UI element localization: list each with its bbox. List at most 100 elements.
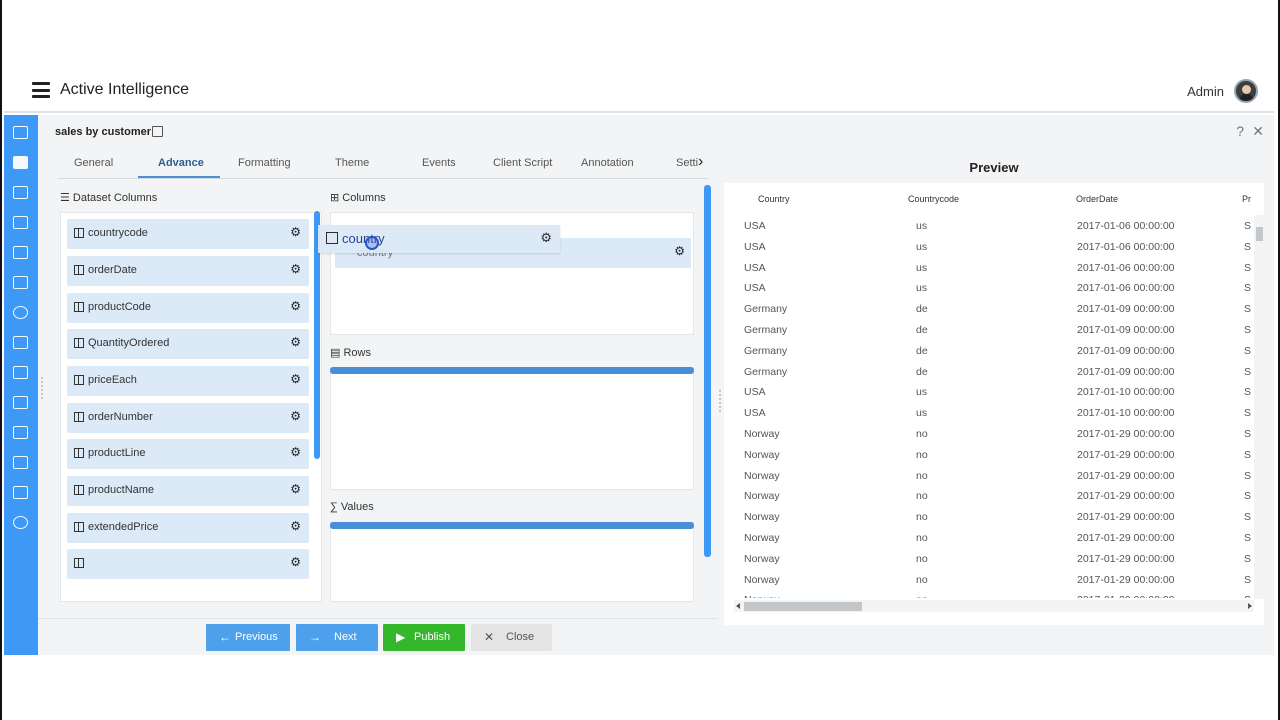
list-item[interactable]: productName ⚙ (67, 476, 309, 506)
values-heading: ∑ Values (330, 501, 374, 513)
excel-icon[interactable] (13, 396, 28, 409)
list-item[interactable]: ⚙ (67, 549, 309, 579)
gear-icon[interactable]: ⚙ (290, 335, 301, 349)
table-row[interactable]: USA us 2017-01-06 00:00:00 S (724, 258, 1251, 279)
footer-bar (38, 618, 718, 655)
table-cell: 2017-01-29 00:00:00 (1077, 573, 1175, 586)
table-row[interactable]: Germany de 2017-01-09 00:00:00 S (724, 299, 1251, 320)
gear-icon[interactable]: ⚙ (540, 230, 552, 246)
publish-button[interactable]: ▶ Publish (383, 624, 465, 651)
gear-icon[interactable]: ⚙ (290, 262, 301, 276)
list-item[interactable]: orderDate ⚙ (67, 256, 309, 286)
list-item[interactable]: productLine ⚙ (67, 439, 309, 469)
column-header[interactable]: Country (758, 194, 790, 204)
dragged-column[interactable]: country ⚙ (318, 225, 560, 253)
hierarchy-icon[interactable] (13, 456, 28, 469)
resize-handle-left[interactable] (41, 377, 43, 399)
tab-theme[interactable]: Theme (335, 157, 369, 169)
gear-icon[interactable]: ⚙ (290, 519, 301, 533)
table-row[interactable]: Norway no 2017-01-29 00:00:00 S (724, 549, 1251, 570)
table-row[interactable]: USA us 2017-01-10 00:00:00 S (724, 403, 1251, 424)
gear-icon[interactable]: ⚙ (290, 482, 301, 496)
app-title: Active Intelligence (60, 81, 189, 98)
list-item[interactable]: productCode ⚙ (67, 293, 309, 323)
table-row[interactable]: Germany de 2017-01-09 00:00:00 S (724, 320, 1251, 341)
settings-icon[interactable] (13, 516, 28, 529)
resize-handle-middle[interactable] (719, 390, 721, 412)
table-row[interactable]: USA us 2017-01-06 00:00:00 S (724, 216, 1251, 237)
document-icon[interactable] (13, 246, 28, 259)
tab-annotation[interactable]: Annotation (581, 157, 634, 169)
report-icon[interactable] (13, 156, 28, 169)
left-rail (4, 115, 38, 655)
gear-icon[interactable]: ⚙ (290, 225, 301, 239)
table-cell: 2017-01-29 00:00:00 (1077, 532, 1175, 544)
list-item[interactable]: priceEach ⚙ (67, 366, 309, 396)
list-item[interactable]: countrycode ⚙ (67, 219, 309, 249)
list-item[interactable]: QuantityOrdered ⚙ (67, 329, 309, 359)
chevron-right-icon[interactable]: › (698, 153, 703, 171)
login-icon[interactable] (13, 126, 28, 139)
tab-general[interactable]: General (74, 157, 113, 169)
gear-icon[interactable]: ⚙ (290, 555, 301, 569)
table-row[interactable]: Norway no 2017-01-29 00:00:00 S (724, 590, 1251, 598)
word-icon[interactable] (13, 426, 28, 439)
table-row[interactable]: USA us 2017-01-06 00:00:00 S (724, 278, 1251, 299)
cubes-icon[interactable] (13, 216, 28, 229)
table-row[interactable]: Norway no 2017-01-29 00:00:00 S (724, 570, 1251, 591)
list-item[interactable]: extendedPrice ⚙ (67, 513, 309, 543)
scroll-left-icon[interactable] (736, 603, 740, 609)
tab-events[interactable]: Events (422, 157, 456, 169)
card-icon[interactable] (13, 276, 28, 289)
table-row[interactable]: Norway no 2017-01-29 00:00:00 S (724, 424, 1251, 445)
menu-icon[interactable] (32, 82, 50, 98)
column-header[interactable]: OrderDate (1076, 194, 1118, 204)
gear-icon[interactable]: ⚙ (290, 409, 301, 423)
gear-icon[interactable]: ⚙ (290, 445, 301, 459)
scroll-right-icon[interactable] (1248, 603, 1252, 609)
edit-icon[interactable] (152, 126, 163, 137)
avatar[interactable] (1234, 79, 1258, 103)
close-icon[interactable]: ✕ (1252, 123, 1264, 140)
column-icon (74, 338, 84, 348)
column-header[interactable]: Countrycode (908, 194, 959, 204)
layout-icon[interactable] (13, 366, 28, 379)
tab-client-script[interactable]: Client Script (493, 157, 552, 169)
table-row[interactable]: Norway no 2017-01-29 00:00:00 S (724, 528, 1251, 549)
scroll-thumb[interactable] (1256, 227, 1263, 241)
column-icon (74, 558, 84, 568)
table-row[interactable]: Germany de 2017-01-09 00:00:00 S (724, 362, 1251, 383)
previous-button[interactable]: ← Previous (206, 624, 290, 651)
close-button[interactable]: ✕ Close (471, 624, 552, 651)
next-button[interactable]: → Next (296, 624, 378, 651)
gear-icon[interactable]: ⚙ (290, 372, 301, 386)
table-row[interactable]: USA us 2017-01-06 00:00:00 S (724, 237, 1251, 258)
table-row[interactable]: Norway no 2017-01-29 00:00:00 S (724, 507, 1251, 528)
line-chart-icon[interactable] (13, 486, 28, 499)
table-cell: 2017-01-29 00:00:00 (1077, 428, 1175, 440)
gear-icon[interactable]: ⚙ (674, 244, 685, 258)
tab-advance[interactable]: Advance (158, 157, 204, 169)
preview-vertical-scrollbar[interactable] (1254, 215, 1264, 599)
scroll-thumb[interactable] (744, 602, 862, 611)
help-icon[interactable]: ? (1236, 123, 1244, 139)
table-row[interactable]: Germany de 2017-01-09 00:00:00 S (724, 341, 1251, 362)
rows-drop-zone[interactable] (330, 367, 694, 490)
table-row[interactable]: USA us 2017-01-10 00:00:00 S (724, 382, 1251, 403)
zones-scrollbar[interactable] (704, 185, 711, 557)
user-name[interactable]: Admin (1187, 84, 1224, 99)
tab-settings[interactable]: Setti (676, 157, 698, 169)
list-item[interactable]: orderNumber ⚙ (67, 403, 309, 433)
image-icon[interactable] (13, 336, 28, 349)
preview-horizontal-scrollbar[interactable] (734, 600, 1254, 612)
table-cell: 2017-01-06 00:00:00 (1077, 261, 1175, 274)
tab-formatting[interactable]: Formatting (238, 157, 291, 169)
table-row[interactable]: Norway no 2017-01-29 00:00:00 S (724, 466, 1251, 487)
table-row[interactable]: Norway no 2017-01-29 00:00:00 S (724, 445, 1251, 466)
column-header[interactable]: Pr (1242, 194, 1251, 204)
values-drop-zone[interactable] (330, 522, 694, 602)
chart-icon[interactable] (13, 186, 28, 199)
table-row[interactable]: Norway no 2017-01-29 00:00:00 S (724, 486, 1251, 507)
gear-icon[interactable]: ⚙ (290, 299, 301, 313)
braces-icon[interactable] (13, 306, 28, 319)
